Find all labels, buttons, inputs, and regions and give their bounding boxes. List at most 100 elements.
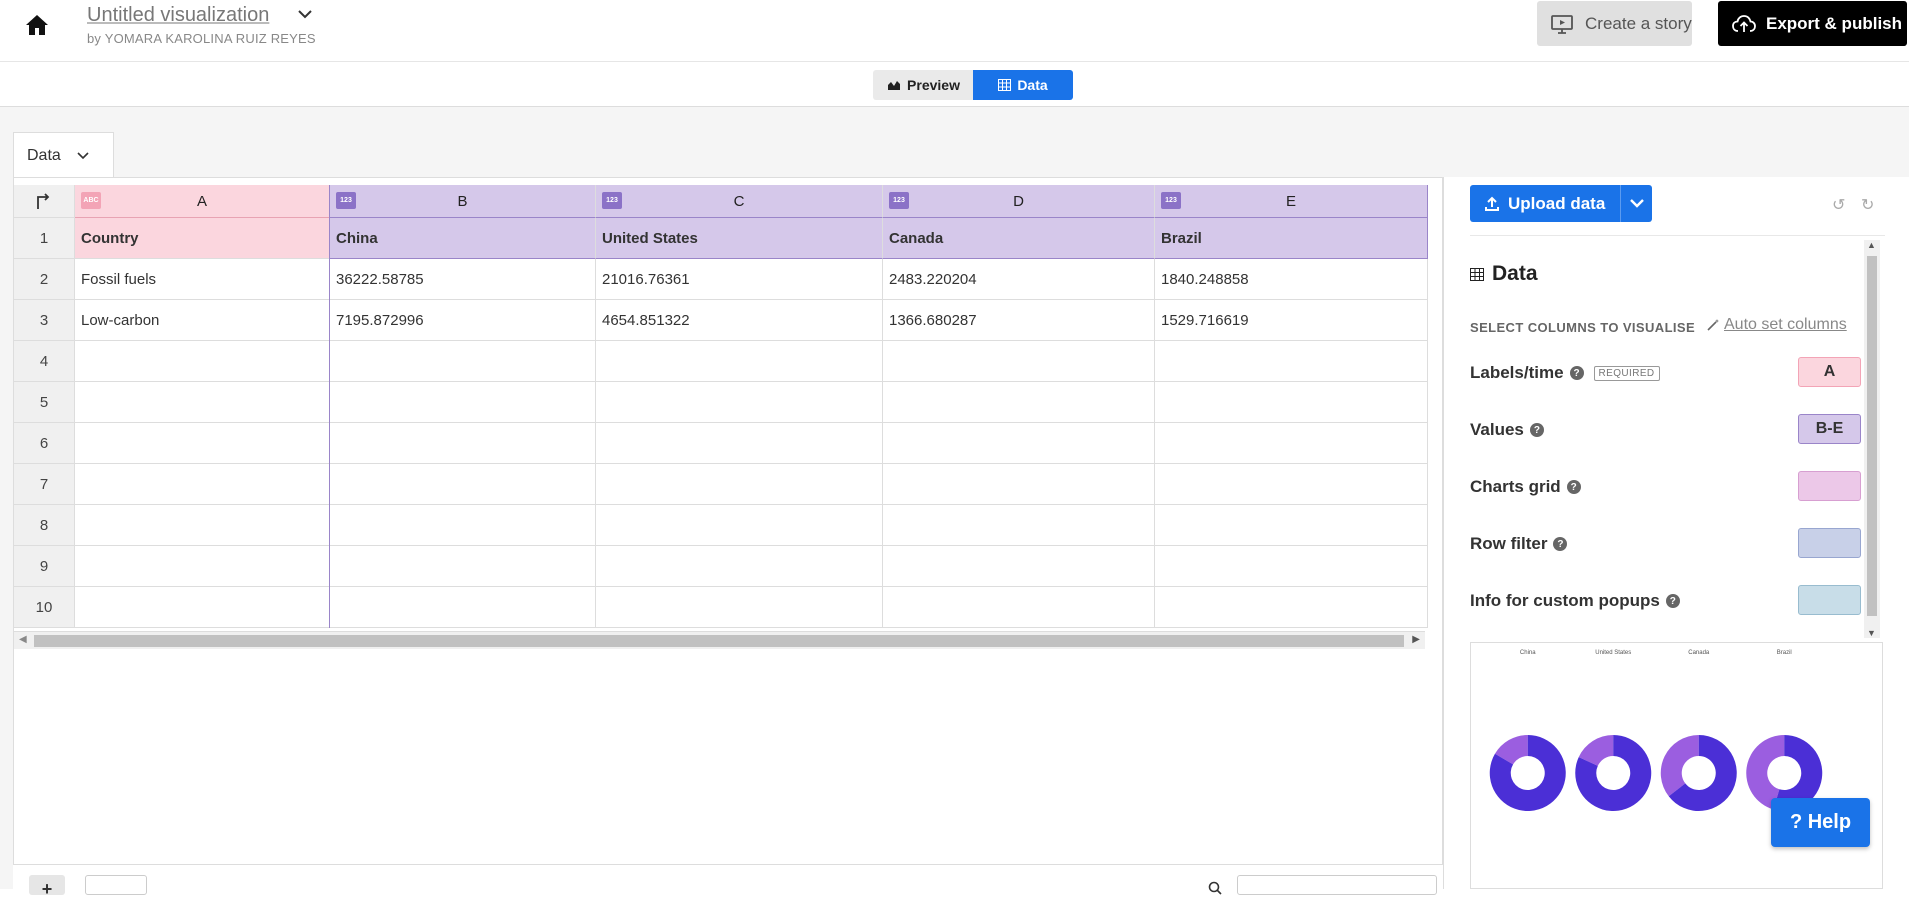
- upload-options-button[interactable]: [1620, 185, 1652, 222]
- row-number[interactable]: 7: [14, 464, 75, 505]
- row-filter-column-selector[interactable]: [1798, 528, 1861, 558]
- row-number[interactable]: 5: [14, 382, 75, 423]
- table-cell[interactable]: [1155, 464, 1428, 505]
- export-publish-button[interactable]: Export & publish: [1718, 1, 1907, 46]
- table-cell[interactable]: [1155, 587, 1428, 628]
- table-cell[interactable]: Fossil fuels: [75, 259, 330, 300]
- chart-preview[interactable]: China United States Canada Brazil: [1470, 642, 1883, 889]
- row-number[interactable]: 2: [14, 259, 75, 300]
- tab-preview[interactable]: Preview: [873, 70, 974, 100]
- rows-count-input[interactable]: [85, 875, 147, 895]
- table-cell[interactable]: 1840.248858: [1155, 259, 1428, 300]
- table-cell[interactable]: 1366.680287: [883, 300, 1155, 341]
- table-cell[interactable]: [330, 382, 596, 423]
- auto-set-columns-link[interactable]: Auto set columns: [1706, 316, 1847, 334]
- row-number[interactable]: 10: [14, 587, 75, 628]
- table-cell[interactable]: China: [330, 218, 596, 259]
- row-number[interactable]: 9: [14, 546, 75, 587]
- transpose-button[interactable]: [14, 185, 75, 218]
- table-cell[interactable]: [330, 546, 596, 587]
- table-cell[interactable]: [75, 382, 330, 423]
- horizontal-scrollbar[interactable]: ◀ ▶: [14, 631, 1425, 649]
- table-cell[interactable]: 7195.872996: [330, 300, 596, 341]
- table-cell[interactable]: [1155, 382, 1428, 423]
- column-header-d[interactable]: 123 D: [883, 185, 1155, 218]
- table-cell[interactable]: [883, 505, 1155, 546]
- help-icon[interactable]: ?: [1529, 423, 1544, 437]
- table-cell[interactable]: [883, 546, 1155, 587]
- table-cell[interactable]: [883, 423, 1155, 464]
- table-cell[interactable]: [596, 464, 883, 505]
- undo-icon[interactable]: ↺: [1832, 195, 1845, 215]
- table-cell[interactable]: [75, 464, 330, 505]
- table-cell[interactable]: [330, 464, 596, 505]
- sheet-tab-data[interactable]: Data: [13, 132, 114, 178]
- table-cell[interactable]: United States: [596, 218, 883, 259]
- charts-grid-column-selector[interactable]: [1798, 471, 1861, 501]
- table-cell[interactable]: [330, 341, 596, 382]
- table-cell[interactable]: [883, 341, 1155, 382]
- table-cell[interactable]: 1529.716619: [1155, 300, 1428, 341]
- column-header-b[interactable]: 123 B: [330, 185, 596, 218]
- table-cell[interactable]: [1155, 505, 1428, 546]
- scroll-right-icon[interactable]: ▶: [1412, 634, 1420, 645]
- popups-column-selector[interactable]: [1798, 585, 1861, 615]
- table-cell[interactable]: [75, 587, 330, 628]
- table-cell[interactable]: [330, 423, 596, 464]
- column-header-e[interactable]: 123 E: [1155, 185, 1428, 218]
- table-cell[interactable]: Brazil: [1155, 218, 1428, 259]
- visualization-title[interactable]: Untitled visualization: [87, 4, 316, 27]
- table-cell[interactable]: [330, 587, 596, 628]
- column-header-a[interactable]: ABC A: [75, 185, 330, 218]
- search-input[interactable]: [1237, 875, 1437, 895]
- tab-data[interactable]: Data: [973, 70, 1073, 100]
- table-cell[interactable]: [883, 587, 1155, 628]
- table-cell[interactable]: [75, 423, 330, 464]
- table-cell[interactable]: Low-carbon: [75, 300, 330, 341]
- table-cell[interactable]: [883, 382, 1155, 423]
- table-cell[interactable]: 4654.851322: [596, 300, 883, 341]
- help-icon[interactable]: ?: [1566, 480, 1581, 494]
- table-cell[interactable]: [596, 546, 883, 587]
- table-cell[interactable]: [596, 341, 883, 382]
- table-cell[interactable]: [1155, 341, 1428, 382]
- create-story-button[interactable]: Create a story: [1537, 1, 1692, 46]
- scroll-up-icon[interactable]: ▲: [1867, 240, 1876, 250]
- table-cell[interactable]: [1155, 423, 1428, 464]
- vertical-scrollbar[interactable]: ▲ ▼: [1864, 240, 1880, 638]
- table-cell[interactable]: Country: [75, 218, 330, 259]
- help-icon[interactable]: ?: [1569, 366, 1584, 380]
- row-number[interactable]: 1: [14, 218, 75, 259]
- values-column-selector[interactable]: B-E: [1798, 414, 1861, 444]
- column-header-c[interactable]: 123 C: [596, 185, 883, 218]
- table-cell[interactable]: [75, 546, 330, 587]
- help-icon[interactable]: ?: [1553, 537, 1568, 551]
- labels-time-column-selector[interactable]: A: [1798, 357, 1861, 387]
- help-button[interactable]: ? Help: [1771, 798, 1870, 847]
- scroll-down-icon[interactable]: ▼: [1867, 628, 1876, 638]
- upload-data-button[interactable]: Upload data: [1470, 185, 1620, 222]
- table-cell[interactable]: 36222.58785: [330, 259, 596, 300]
- redo-icon[interactable]: ↻: [1861, 195, 1874, 215]
- scrollbar-thumb[interactable]: [34, 635, 1404, 647]
- row-number[interactable]: 3: [14, 300, 75, 341]
- table-cell[interactable]: [883, 464, 1155, 505]
- home-button[interactable]: [0, 0, 73, 50]
- row-number[interactable]: 6: [14, 423, 75, 464]
- row-number[interactable]: 4: [14, 341, 75, 382]
- scrollbar-thumb[interactable]: [1867, 256, 1877, 616]
- row-number[interactable]: 8: [14, 505, 75, 546]
- table-cell[interactable]: [75, 505, 330, 546]
- table-cell[interactable]: [596, 587, 883, 628]
- scroll-left-icon[interactable]: ◀: [19, 634, 27, 645]
- table-cell[interactable]: [330, 505, 596, 546]
- table-cell[interactable]: [75, 341, 330, 382]
- table-cell[interactable]: [596, 505, 883, 546]
- help-icon[interactable]: ?: [1665, 594, 1680, 608]
- table-cell[interactable]: 2483.220204: [883, 259, 1155, 300]
- table-cell[interactable]: Canada: [883, 218, 1155, 259]
- title-menu-chevron-icon[interactable]: [298, 6, 312, 22]
- table-cell[interactable]: [596, 423, 883, 464]
- table-cell[interactable]: [1155, 546, 1428, 587]
- table-cell[interactable]: [596, 382, 883, 423]
